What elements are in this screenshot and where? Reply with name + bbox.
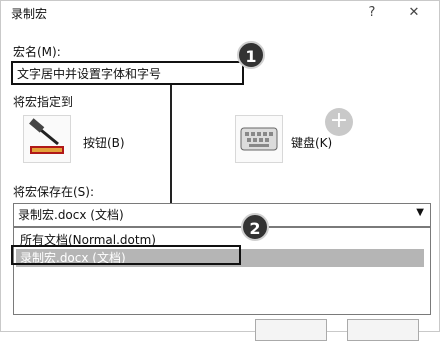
store-in-selected: 录制宏.docx (文档) [18,208,124,222]
callout-badge-2: 2 [241,213,269,241]
cancel-button[interactable] [347,319,419,341]
title-bar: 录制宏 ? ✕ [1,1,439,27]
close-button[interactable]: ✕ [403,3,425,23]
assign-keyboard-icon-frame[interactable] [235,115,283,163]
help-button[interactable]: ? [361,3,383,23]
dialog-title: 录制宏 [11,7,48,21]
assign-keyboard-label[interactable]: 键盘(K) [291,134,332,151]
keyboard-icon [240,127,278,151]
assign-button-label[interactable]: 按钮(B) [83,134,125,151]
store-in-options-list[interactable]: 所有文档(Normal.dotm) 录制宏.docx (文档) [13,227,431,315]
macro-name-value: 文字居中并设置字体和字号 [17,67,162,81]
callout-badge-1: 1 [237,41,265,69]
chevron-down-icon[interactable]: ▼ [416,207,424,218]
hammer-icon [29,118,64,154]
selection-highlight-frame [11,245,241,265]
store-in-label: 将宏保存在(S): [13,185,95,199]
store-in-dropdown[interactable]: 录制宏.docx (文档) ▼ [13,203,431,227]
assign-button-icon-frame[interactable] [23,115,71,163]
macro-name-input[interactable]: 文字居中并设置字体和字号 [11,61,244,85]
assign-to-label: 将宏指定到 [13,95,74,109]
plus-icon: + [325,108,353,136]
record-macro-dialog: 录制宏 ? ✕ 宏名(M): 文字居中并设置字体和字号 1 将宏指定到 按钮(B… [0,0,440,341]
macro-name-label: 宏名(M): [13,45,61,59]
ok-button[interactable] [255,319,327,341]
